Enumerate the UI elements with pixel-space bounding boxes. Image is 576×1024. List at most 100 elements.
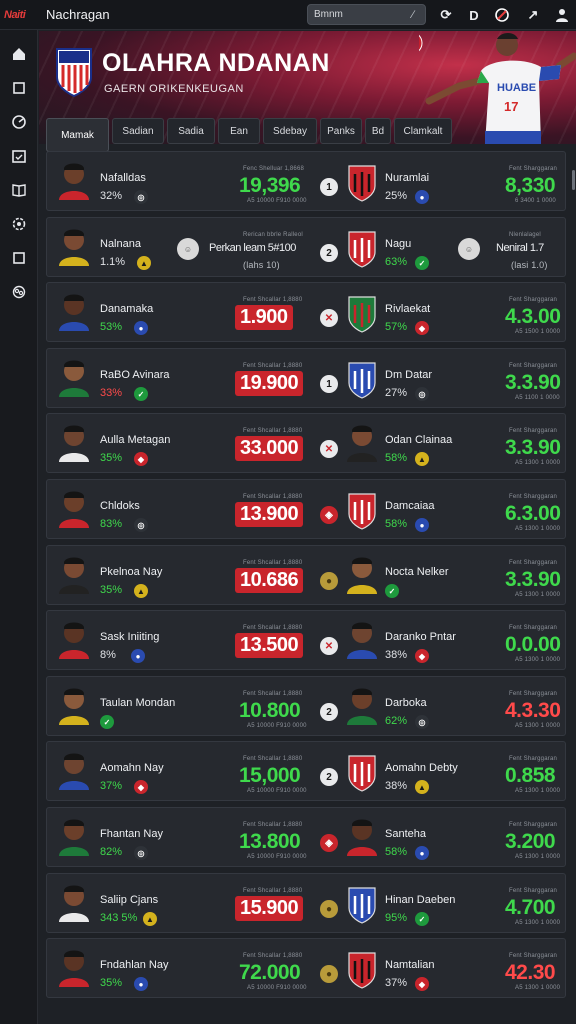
score-value[interactable]: 13.800 xyxy=(239,830,301,854)
score-value[interactable]: 19.900 xyxy=(235,371,304,396)
value-subcaption: (lahs 10) xyxy=(243,260,280,270)
score-value[interactable]: 33.000 xyxy=(235,436,304,461)
search-input[interactable]: Bmnm ∕ xyxy=(307,4,426,25)
network-icon[interactable] xyxy=(10,283,28,301)
tab-bd[interactable]: Bd xyxy=(365,118,391,144)
book-icon[interactable] xyxy=(10,181,28,199)
tab-sdebay[interactable]: Sdebay xyxy=(263,118,317,144)
right-score-value[interactable]: 3.3.90 xyxy=(505,436,561,460)
right-team-name: Darboka xyxy=(385,697,427,709)
opponent-avatar xyxy=(345,554,379,594)
square-icon[interactable] xyxy=(10,79,28,97)
player-avatar xyxy=(57,816,91,856)
brand-icon[interactable] xyxy=(493,6,511,24)
mic-icon[interactable]: ∕ xyxy=(407,9,419,21)
calendar-icon[interactable] xyxy=(10,147,28,165)
match-row[interactable]: Nalnana 1.1% ▲ Rerican bbrle Ralleol ☺ Perkan… xyxy=(46,217,566,277)
home-icon[interactable] xyxy=(10,45,28,63)
match-row[interactable]: Fndahlan Nay 35% ● Fent Shcallar 1,8880 72.0… xyxy=(46,938,566,998)
match-row[interactable]: Fhantan Nay 82% ◎ Fent Shcallar 1,8880 13.80… xyxy=(46,807,566,867)
right-value-subcaption: A5 1500 1 0000 xyxy=(515,329,561,335)
match-indicator-icon: 1 xyxy=(320,375,338,393)
tab-sadian[interactable]: Sadian xyxy=(112,118,164,144)
tab-sadia[interactable]: Sadia xyxy=(167,118,215,144)
team-badge-icon: ◎ xyxy=(134,846,148,860)
right-score-value[interactable]: 4.700 xyxy=(505,896,556,920)
match-row[interactable]: Aomahn Nay 37% ◆ Fent Shcallar 1,8880 15,000… xyxy=(46,741,566,801)
score-value[interactable]: 19,396 xyxy=(239,174,301,198)
match-row[interactable]: Taulan Mondan ✓ Fent Shcallar 1,8880 10.800… xyxy=(46,676,566,736)
match-indicator-icon: ● xyxy=(320,965,338,983)
left-player-percent: 37% xyxy=(100,780,123,792)
match-row[interactable]: Pkelnoa Nay 35% ▲ Fent Shcallar 1,8880 10.68… xyxy=(46,545,566,605)
right-value-caption: Fent Sharggaran xyxy=(509,428,558,434)
score-value[interactable]: 13.500 xyxy=(235,633,304,658)
value-caption: Fent Shcallar 1,8880 xyxy=(243,428,303,434)
d-icon[interactable]: D xyxy=(465,6,483,24)
opponent-avatar xyxy=(345,422,379,462)
match-row[interactable]: RaBO Avinara 33% ✓ Fent Shcallar 1,8880 19.9… xyxy=(46,348,566,408)
score-value[interactable]: 10.800 xyxy=(239,699,301,723)
tab-clamkalt[interactable]: Clamkalt xyxy=(394,118,452,144)
box-icon[interactable] xyxy=(10,249,28,267)
right-score-value[interactable]: 4.3.30 xyxy=(505,699,561,723)
banner-subtitle: GAERN ORIKENKEUGAN xyxy=(104,83,244,95)
match-row[interactable]: Aulla Metagan 35% ◆ Fent Shcallar 1,8880 33.… xyxy=(46,413,566,473)
right-score-value[interactable]: 3.200 xyxy=(505,830,556,854)
tab-mamak[interactable]: Mamak xyxy=(46,118,109,152)
right-score-value[interactable]: 6.3.00 xyxy=(505,502,561,526)
refresh-icon[interactable]: ⟳ xyxy=(437,6,455,24)
team-badge-icon: ◆ xyxy=(415,321,429,335)
score-value[interactable]: 72.000 xyxy=(239,961,301,985)
right-score-value[interactable]: 42.30 xyxy=(505,961,556,985)
left-player-name: Chldoks xyxy=(100,500,140,512)
right-team-name: Odan Clainaa xyxy=(385,434,453,446)
tab-panks[interactable]: Panks xyxy=(320,118,362,144)
arrow-icon[interactable]: ↗ xyxy=(524,6,542,24)
right-value-subcaption: A5 1300 1 0000 xyxy=(515,526,561,532)
player-icon: ☺ xyxy=(458,238,480,260)
right-score-value[interactable]: 3.3.90 xyxy=(505,371,561,395)
score-value[interactable]: 15.900 xyxy=(235,896,304,921)
left-player-name: RaBO Avinara xyxy=(100,369,170,381)
left-player-percent: 82% xyxy=(100,846,123,858)
score-value[interactable]: 10.686 xyxy=(235,568,304,593)
team-badge-icon: ◎ xyxy=(134,190,148,204)
tab-bar: Mamak Sadian Sadia Ean Sdebay Panks Bd C… xyxy=(46,118,452,152)
right-score-value[interactable]: 8,330 xyxy=(505,174,556,198)
right-team-percent: 63% xyxy=(385,256,408,268)
right-value-caption: Fent Sharggaran xyxy=(509,691,558,697)
left-player-percent: 35% xyxy=(100,584,123,596)
stats-icon[interactable] xyxy=(10,113,28,131)
tab-ean[interactable]: Ean xyxy=(218,118,260,144)
value-subcaption: A5 10000 F910 0000 xyxy=(247,985,307,991)
score-value[interactable]: Perkan leam 5#100 xyxy=(209,242,296,254)
right-score-value[interactable]: 3.3.90 xyxy=(505,568,561,592)
value-caption: Fent Shcallar 1,8880 xyxy=(243,822,303,828)
match-row[interactable]: Nafalldas 32% ◎ Fenc Shelluar 1,8668 19,396 A… xyxy=(46,151,566,211)
right-score-value[interactable]: 4.3.00 xyxy=(505,305,561,329)
match-indicator-icon: 2 xyxy=(320,768,338,786)
user-icon[interactable] xyxy=(553,6,571,24)
match-row[interactable]: Danamaka 53% ● Fent Shcallar 1,8880 1.900 ✕ Ri… xyxy=(46,282,566,342)
right-value-subcaption: A5 1100 1 0000 xyxy=(515,395,560,401)
score-value[interactable]: 13.900 xyxy=(235,502,304,527)
score-value[interactable]: 15,000 xyxy=(239,764,301,788)
right-team-name: Nagu xyxy=(385,238,412,250)
right-score-value[interactable]: 0.0.00 xyxy=(505,633,561,657)
top-bar: Naiti Nachragan Bmnm ∕ ⟳ D ↗ xyxy=(0,0,576,30)
match-row[interactable]: Saliip Cjans 343 5% ▲ Fent Shcallar 1,8880 1… xyxy=(46,873,566,933)
jersey-number: 17 xyxy=(504,99,518,114)
match-row[interactable]: Sask Iniiting 8% ● Fent Shcallar 1,8880 13.5… xyxy=(46,610,566,670)
scrollbar[interactable] xyxy=(572,170,575,190)
right-score-value[interactable]: Neniral 1.7 xyxy=(496,242,544,254)
team-badge-icon: ● xyxy=(134,321,148,335)
right-score-value[interactable]: 0.858 xyxy=(505,764,556,788)
match-row[interactable]: Chldoks 83% ◎ Fent Shcallar 1,8880 13.900 ◈ Da… xyxy=(46,479,566,539)
settings-icon[interactable] xyxy=(10,215,28,233)
app-logo[interactable]: Naiti xyxy=(0,0,40,30)
match-indicator-icon: ◈ xyxy=(320,834,338,852)
right-team-percent: 25% xyxy=(385,190,408,202)
right-value-caption: Fent Sharggaran xyxy=(509,756,558,762)
score-value[interactable]: 1.900 xyxy=(235,305,293,330)
